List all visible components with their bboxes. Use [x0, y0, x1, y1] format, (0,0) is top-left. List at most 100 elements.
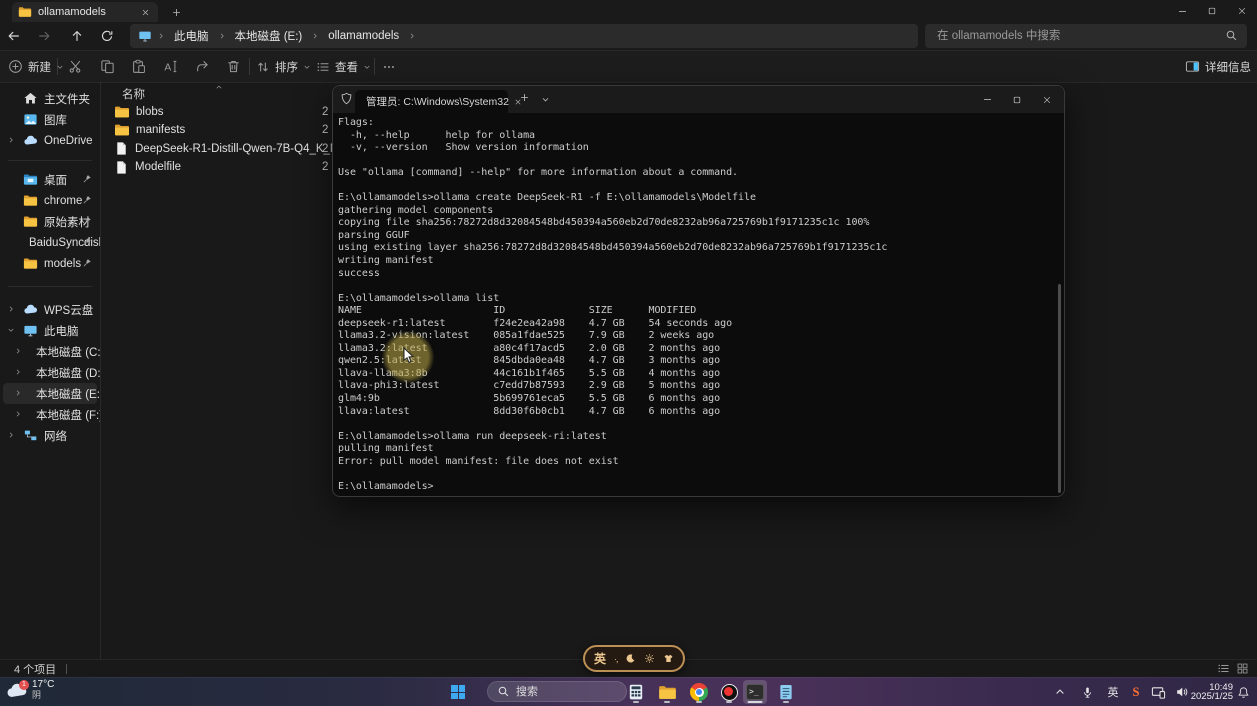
start-button[interactable]	[451, 685, 465, 699]
item-count: 4 个项目	[14, 661, 56, 677]
weather-widget[interactable]: 1 17°C 阴	[6, 680, 54, 700]
delete-button[interactable]	[221, 54, 245, 79]
chevron-right-icon[interactable]	[14, 368, 22, 376]
sidebar-item-raw-materials[interactable]: 原始素材	[3, 211, 97, 232]
sort-button[interactable]: 排序	[256, 54, 311, 79]
sidebar-item-baidusyncdisk[interactable]: BaiduSyncdisk	[3, 232, 97, 253]
weather-condition: 阴	[32, 690, 54, 700]
paste-button[interactable]	[126, 54, 150, 79]
terminal-tab[interactable]: 管理员: C:\Windows\System32	[355, 90, 508, 113]
grid-view-icon[interactable]	[1236, 662, 1249, 675]
hidden-icons-button[interactable]	[1054, 678, 1070, 706]
cut-icon	[68, 59, 83, 74]
paste-icon	[131, 59, 146, 74]
running-indicator	[783, 701, 789, 704]
explorer-search-input[interactable]	[925, 24, 1247, 48]
sidebar-item-chrome[interactable]: chrome	[3, 190, 97, 211]
search-icon[interactable]	[1225, 29, 1238, 42]
tab-dropdown-icon[interactable]	[541, 95, 550, 104]
sogou-ime-bar: 英 ·,	[583, 645, 685, 672]
details-button[interactable]: 详细信息	[1185, 54, 1251, 79]
forward-button[interactable]	[31, 23, 57, 49]
sidebar-item-drive-d[interactable]: 本地磁盘 (D:)	[3, 362, 97, 383]
minimize-button[interactable]	[972, 86, 1002, 113]
chevron-down-icon[interactable]	[7, 326, 15, 334]
ime-mode-button[interactable]: 英	[594, 650, 606, 667]
close-button[interactable]	[1227, 0, 1257, 22]
new-tab-button[interactable]	[168, 4, 184, 20]
rename-button[interactable]	[158, 54, 182, 79]
chevron-right-icon[interactable]	[14, 347, 22, 355]
notifications-bell-icon[interactable]	[1237, 678, 1253, 706]
explorer-search-box	[925, 24, 1247, 48]
explorer-tab[interactable]: ollamamodels	[12, 2, 158, 22]
home-icon	[23, 91, 38, 106]
new-tab-button[interactable]	[519, 92, 530, 103]
skin-icon[interactable]	[663, 653, 674, 664]
taskbar-app-file-explorer[interactable]	[655, 680, 679, 704]
tab-close-icon[interactable]	[138, 5, 152, 19]
sidebar-item-drive-c[interactable]: 本地磁盘 (C:)	[3, 341, 97, 362]
view-button[interactable]: 查看	[316, 54, 371, 79]
maximize-button[interactable]	[1002, 86, 1032, 113]
sidebar-item-wps-cloud[interactable]: WPS云盘	[3, 299, 97, 320]
cast-icon[interactable]	[1151, 678, 1169, 706]
taskbar-app-calculator[interactable]	[624, 680, 648, 704]
sidebar-item-drive-f[interactable]: 本地磁盘 (F:)	[3, 404, 97, 425]
taskbar-app-notepad[interactable]	[774, 680, 798, 704]
chevron-right-icon	[311, 32, 319, 40]
sidebar-item-this-pc[interactable]: 此电脑	[3, 320, 97, 341]
chevron-right-icon[interactable]	[14, 389, 22, 397]
input-language-button[interactable]: 英	[1105, 678, 1121, 706]
new-button[interactable]: 新建	[8, 54, 64, 79]
minimize-button[interactable]	[1167, 0, 1197, 22]
ime-punctuation-button[interactable]: ·,	[614, 654, 618, 664]
sidebar-item-models[interactable]: models	[3, 253, 97, 274]
maximize-button[interactable]	[1197, 0, 1227, 22]
sidebar-item-desktop[interactable]: 桌面	[3, 169, 97, 190]
breadcrumb: 此电脑 本地磁盘 (E:) ollamamodels	[130, 24, 918, 48]
taskbar-app-chrome[interactable]	[687, 680, 711, 704]
breadcrumb-drive-e[interactable]: 本地磁盘 (E:)	[231, 28, 307, 44]
refresh-button[interactable]	[94, 23, 120, 49]
cloud-icon	[23, 302, 38, 317]
sidebar-item-network[interactable]: 网络	[3, 425, 97, 446]
terminal-title-bar[interactable]: 管理员: C:\Windows\System32	[333, 86, 1064, 113]
sidebar-item-drive-e[interactable]: 本地磁盘 (E:)	[3, 383, 97, 404]
breadcrumb-ollamamodels[interactable]: ollamamodels	[324, 30, 403, 42]
sogou-ime-icon[interactable]: S	[1128, 678, 1144, 706]
taskbar-app-terminal[interactable]: >_	[743, 680, 767, 704]
cloud-weather-icon: 1	[6, 683, 28, 698]
share-button[interactable]	[189, 54, 213, 79]
trash-icon	[226, 59, 241, 74]
microphone-icon[interactable]	[1081, 678, 1097, 706]
speaker-icon[interactable]	[1175, 678, 1191, 706]
moon-icon[interactable]	[625, 653, 636, 664]
weather-temp: 17°C	[32, 680, 54, 690]
close-button[interactable]	[1032, 86, 1062, 113]
copy-button[interactable]	[95, 54, 119, 79]
taskbar-search-box	[487, 681, 627, 702]
breadcrumb-this-pc[interactable]: 此电脑	[170, 28, 213, 44]
column-header-name[interactable]: 名称	[122, 86, 145, 102]
chevron-right-icon[interactable]	[7, 431, 15, 439]
file-icon	[114, 141, 129, 156]
chevron-right-icon[interactable]	[7, 136, 15, 144]
chevron-right-icon[interactable]	[7, 305, 15, 313]
gear-icon[interactable]	[644, 653, 655, 664]
more-button[interactable]	[378, 54, 400, 79]
cut-button[interactable]	[63, 54, 87, 79]
sidebar-item-home[interactable]: 主文件夹	[3, 88, 97, 109]
sidebar-item-gallery[interactable]: 图库	[3, 109, 97, 130]
clock[interactable]: 10:49 2025/1/25	[1191, 678, 1233, 706]
chevron-right-icon[interactable]	[14, 410, 22, 418]
folder-icon	[23, 256, 38, 271]
running-indicator	[748, 701, 763, 704]
taskbar-app-recorder[interactable]	[717, 680, 741, 704]
terminal-scrollbar[interactable]	[1058, 284, 1061, 493]
up-button[interactable]	[64, 23, 90, 49]
sidebar-item-onedrive[interactable]: OneDrive	[3, 130, 97, 151]
list-view-icon[interactable]	[1217, 662, 1230, 675]
command-toolbar: 新建 排序 查看 详	[0, 50, 1257, 83]
back-button[interactable]	[1, 23, 27, 49]
